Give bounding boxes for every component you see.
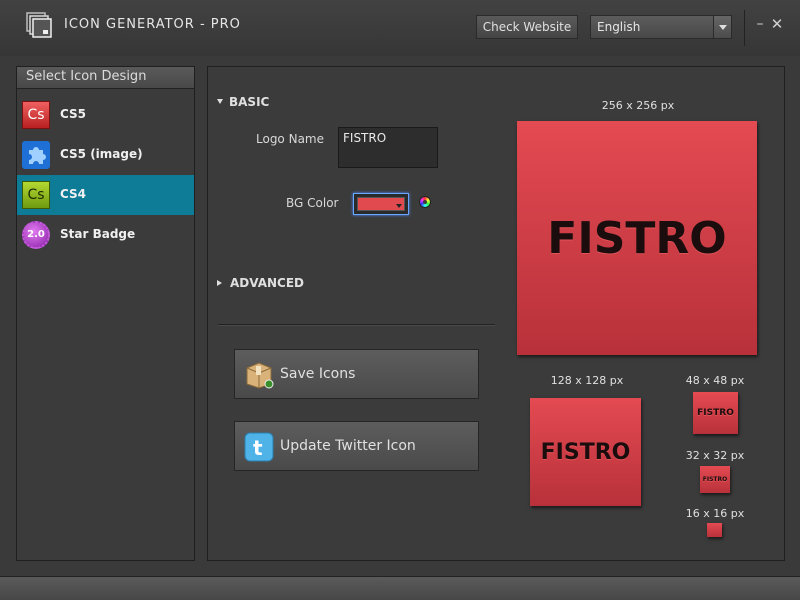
title-bar: ICON GENERATOR - PRO Check Website Engli… xyxy=(0,0,800,56)
advanced-header: ADVANCED xyxy=(230,276,305,290)
preview-128: FISTRO xyxy=(530,398,641,506)
preview-48: FISTRO xyxy=(693,392,738,434)
update-twitter-icon-button[interactable]: t Update Twitter Icon xyxy=(234,421,479,471)
preview-32: FISTRO xyxy=(700,466,730,493)
cs5-glyph: Cs xyxy=(27,107,45,123)
preview-128-text: FISTRO xyxy=(540,439,631,465)
sidebar-item-label: CS5 (image) xyxy=(60,147,143,161)
bg-color-picker[interactable] xyxy=(353,193,409,215)
adobe-cs5-icon: Cs xyxy=(22,101,50,129)
svg-text:t: t xyxy=(253,436,263,460)
preview-256-label: 256 x 256 px xyxy=(601,99,675,112)
preview-48-label: 48 x 48 px xyxy=(685,374,745,387)
star-badge-icon: 2.0 xyxy=(22,221,50,249)
triangle-down-icon xyxy=(217,99,223,104)
update-twitter-label: Update Twitter Icon xyxy=(280,438,416,454)
bg-color-label: BG Color xyxy=(286,196,339,210)
preview-256: FISTRO xyxy=(517,121,757,355)
triangle-right-icon xyxy=(217,280,222,286)
preview-48-text: FISTRO xyxy=(697,408,734,418)
sidebar-item-label: CS4 xyxy=(60,187,87,201)
advanced-section-toggle[interactable]: ADVANCED xyxy=(217,276,304,290)
app-title: ICON GENERATOR - PRO xyxy=(64,17,241,32)
minimize-icon[interactable]: – xyxy=(754,16,766,32)
preview-128-label: 128 x 128 px xyxy=(550,374,624,387)
section-divider xyxy=(218,324,495,325)
preview-32-text: FISTRO xyxy=(702,476,728,483)
bg-color-fill xyxy=(357,197,405,211)
language-select[interactable]: English xyxy=(590,15,732,39)
app-logo-icon xyxy=(26,12,52,38)
language-value: English xyxy=(597,20,641,34)
puzzle-icon xyxy=(22,141,50,169)
sidebar-item-label: Star Badge xyxy=(60,227,136,241)
chevron-down-icon[interactable] xyxy=(713,16,731,38)
preview-256-text: FISTRO xyxy=(547,212,727,264)
basic-section-toggle[interactable]: BASIC xyxy=(217,95,269,109)
package-icon xyxy=(246,362,274,389)
settings-panel: BASIC Logo Name FISTRO BG Color ADVANCED… xyxy=(207,66,785,561)
preview-16-label: 16 x 16 px xyxy=(685,507,745,520)
sidebar-item-cs4[interactable]: Cs CS4 xyxy=(17,175,194,215)
preview-32-label: 32 x 32 px xyxy=(685,449,745,462)
logo-name-input[interactable]: FISTRO xyxy=(338,127,438,168)
sidebar-item-cs5-image[interactable]: CS5 (image) xyxy=(17,135,194,175)
sidebar-item-star-badge[interactable]: 2.0 Star Badge xyxy=(17,215,194,255)
basic-header: BASIC xyxy=(229,95,270,109)
adobe-cs4-icon: Cs xyxy=(22,181,50,209)
sidebar-header: Select Icon Design xyxy=(17,67,194,89)
preview-16 xyxy=(707,523,722,537)
save-icons-button[interactable]: Save Icons xyxy=(234,349,479,399)
sidebar-item-cs5[interactable]: Cs CS5 xyxy=(17,95,194,135)
logo-name-label: Logo Name xyxy=(256,132,324,146)
close-icon[interactable]: ✕ xyxy=(770,15,784,33)
title-divider xyxy=(744,10,745,46)
check-website-button[interactable]: Check Website xyxy=(476,15,578,39)
badge-glyph: 2.0 xyxy=(27,229,45,240)
icon-design-panel: Select Icon Design Cs CS5 CS5 (image) Cs… xyxy=(16,66,195,561)
color-wheel-icon[interactable] xyxy=(419,196,431,208)
save-icons-label: Save Icons xyxy=(280,366,356,382)
sidebar-item-label: CS5 xyxy=(60,107,87,121)
design-list: Cs CS5 CS5 (image) Cs CS4 2.0 Star Badge xyxy=(17,95,194,255)
cs4-glyph: Cs xyxy=(27,187,45,203)
twitter-icon: t xyxy=(244,432,274,462)
status-bar xyxy=(0,576,800,600)
